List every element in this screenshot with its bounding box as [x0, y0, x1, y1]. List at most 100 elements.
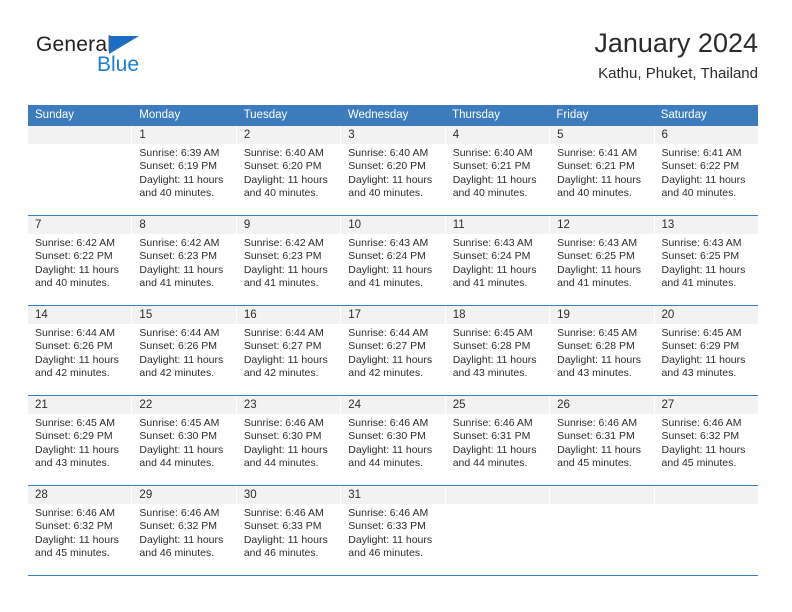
- day-cell[interactable]: Sunrise: 6:41 AM Sunset: 6:22 PM Dayligh…: [655, 144, 758, 215]
- day-cell[interactable]: Sunrise: 6:45 AM Sunset: 6:28 PM Dayligh…: [446, 324, 551, 395]
- day-number[interactable]: 24: [341, 396, 446, 414]
- day-number[interactable]: 6: [655, 126, 758, 144]
- day-cell[interactable]: Sunrise: 6:42 AM Sunset: 6:23 PM Dayligh…: [132, 234, 237, 305]
- day-number[interactable]: 4: [446, 126, 551, 144]
- sunrise-text: Sunrise: 6:43 AM: [452, 237, 533, 249]
- sunrise-text: Sunrise: 6:46 AM: [452, 417, 533, 429]
- day-cell[interactable]: [655, 504, 758, 575]
- sunrise-text: Sunrise: 6:46 AM: [243, 417, 324, 429]
- day-cell[interactable]: Sunrise: 6:42 AM Sunset: 6:23 PM Dayligh…: [237, 234, 342, 305]
- day-number[interactable]: [550, 486, 655, 504]
- sunrise-text: Sunrise: 6:44 AM: [348, 327, 429, 339]
- sunset-text: Sunset: 6:28 PM: [452, 340, 531, 353]
- day-cell[interactable]: Sunrise: 6:41 AM Sunset: 6:21 PM Dayligh…: [550, 144, 655, 215]
- day-number[interactable]: 31: [341, 486, 446, 504]
- day-number[interactable]: 5: [550, 126, 655, 144]
- day-number[interactable]: 15: [132, 306, 237, 324]
- day-number[interactable]: 29: [132, 486, 237, 504]
- sunset-text: Sunset: 6:25 PM: [557, 250, 635, 263]
- day-number[interactable]: 1: [132, 126, 237, 144]
- day-cell[interactable]: Sunrise: 6:44 AM Sunset: 6:27 PM Dayligh…: [237, 324, 342, 395]
- day-cell[interactable]: [28, 144, 133, 215]
- day-cell[interactable]: Sunrise: 6:46 AM Sunset: 6:32 PM Dayligh…: [655, 414, 758, 485]
- day-cell[interactable]: Sunrise: 6:43 AM Sunset: 6:24 PM Dayligh…: [341, 234, 446, 305]
- day-cell[interactable]: Sunrise: 6:43 AM Sunset: 6:25 PM Dayligh…: [655, 234, 758, 305]
- daylight-text-line2: and 41 minutes.: [452, 277, 528, 290]
- day-cell[interactable]: Sunrise: 6:40 AM Sunset: 6:20 PM Dayligh…: [341, 144, 446, 215]
- day-number[interactable]: 18: [446, 306, 551, 324]
- day-number[interactable]: 17: [341, 306, 446, 324]
- sunset-text: Sunset: 6:19 PM: [139, 160, 218, 173]
- day-number[interactable]: 20: [655, 306, 758, 324]
- daylight-text-line2: and 44 minutes.: [139, 457, 215, 470]
- day-number[interactable]: 12: [550, 216, 655, 234]
- day-number[interactable]: 8: [132, 216, 237, 234]
- day-cell[interactable]: [550, 504, 655, 575]
- day-cell[interactable]: Sunrise: 6:44 AM Sunset: 6:26 PM Dayligh…: [132, 324, 237, 395]
- day-number[interactable]: 7: [28, 216, 133, 234]
- day-number[interactable]: 26: [550, 396, 655, 414]
- day-cell[interactable]: Sunrise: 6:46 AM Sunset: 6:33 PM Dayligh…: [341, 504, 446, 575]
- sunrise-text: Sunrise: 6:45 AM: [661, 327, 742, 339]
- day-number[interactable]: 23: [237, 396, 342, 414]
- day-number[interactable]: 10: [341, 216, 446, 234]
- daylight-text-line2: and 40 minutes.: [452, 187, 528, 200]
- sunrise-text: Sunrise: 6:46 AM: [243, 507, 324, 519]
- daylight-text-line1: Daylight: 11 hours: [243, 173, 328, 186]
- daylight-text-line2: and 45 minutes.: [557, 457, 632, 470]
- daylight-text-line2: and 40 minutes.: [243, 187, 319, 200]
- day-number[interactable]: 11: [446, 216, 551, 234]
- day-cell[interactable]: Sunrise: 6:40 AM Sunset: 6:20 PM Dayligh…: [237, 144, 342, 215]
- day-cell[interactable]: Sunrise: 6:44 AM Sunset: 6:27 PM Dayligh…: [341, 324, 446, 395]
- day-cell[interactable]: Sunrise: 6:40 AM Sunset: 6:21 PM Dayligh…: [446, 144, 551, 215]
- day-number[interactable]: 13: [655, 216, 758, 234]
- day-number[interactable]: 27: [655, 396, 758, 414]
- sunset-text: Sunset: 6:23 PM: [139, 250, 218, 263]
- day-number[interactable]: 28: [28, 486, 133, 504]
- day-cell[interactable]: Sunrise: 6:45 AM Sunset: 6:29 PM Dayligh…: [28, 414, 133, 485]
- sunrise-text: Sunrise: 6:45 AM: [452, 327, 533, 339]
- daylight-text-line2: and 46 minutes.: [348, 547, 423, 560]
- day-cell[interactable]: Sunrise: 6:46 AM Sunset: 6:32 PM Dayligh…: [132, 504, 237, 575]
- daylight-text-line1: Daylight: 11 hours: [557, 173, 641, 186]
- day-number[interactable]: 3: [341, 126, 446, 144]
- day-cell[interactable]: Sunrise: 6:45 AM Sunset: 6:28 PM Dayligh…: [550, 324, 655, 395]
- day-cell[interactable]: Sunrise: 6:39 AM Sunset: 6:19 PM Dayligh…: [132, 144, 237, 215]
- sunrise-text: Sunrise: 6:42 AM: [139, 237, 220, 249]
- sunrise-text: Sunrise: 6:45 AM: [35, 417, 115, 429]
- daylight-text-line1: Daylight: 11 hours: [557, 263, 641, 276]
- day-number[interactable]: 25: [446, 396, 551, 414]
- day-cell[interactable]: Sunrise: 6:46 AM Sunset: 6:33 PM Dayligh…: [237, 504, 342, 575]
- daylight-text-line2: and 44 minutes.: [348, 457, 423, 470]
- sunset-text: Sunset: 6:25 PM: [661, 250, 740, 263]
- day-number[interactable]: [28, 126, 133, 144]
- sunset-text: Sunset: 6:27 PM: [348, 340, 426, 353]
- week-content-row: Sunrise: 6:42 AM Sunset: 6:22 PM Dayligh…: [28, 234, 758, 305]
- day-number[interactable]: 14: [28, 306, 133, 324]
- day-number[interactable]: 16: [237, 306, 342, 324]
- day-cell[interactable]: Sunrise: 6:46 AM Sunset: 6:30 PM Dayligh…: [341, 414, 446, 485]
- day-number[interactable]: 9: [237, 216, 342, 234]
- sunrise-text: Sunrise: 6:46 AM: [661, 417, 742, 429]
- day-number[interactable]: 30: [237, 486, 342, 504]
- day-number[interactable]: 19: [550, 306, 655, 324]
- day-number[interactable]: [446, 486, 551, 504]
- general-blue-logo[interactable]: General Blue: [36, 34, 166, 86]
- day-number[interactable]: [655, 486, 758, 504]
- day-cell[interactable]: Sunrise: 6:43 AM Sunset: 6:24 PM Dayligh…: [446, 234, 551, 305]
- day-number[interactable]: 22: [132, 396, 237, 414]
- day-cell[interactable]: Sunrise: 6:46 AM Sunset: 6:32 PM Dayligh…: [28, 504, 133, 575]
- day-cell[interactable]: [446, 504, 551, 575]
- day-cell[interactable]: Sunrise: 6:43 AM Sunset: 6:25 PM Dayligh…: [550, 234, 655, 305]
- day-cell[interactable]: Sunrise: 6:46 AM Sunset: 6:30 PM Dayligh…: [237, 414, 342, 485]
- day-number[interactable]: 21: [28, 396, 133, 414]
- day-cell[interactable]: Sunrise: 6:46 AM Sunset: 6:31 PM Dayligh…: [550, 414, 655, 485]
- logo-text-general: General: [36, 33, 113, 56]
- day-cell[interactable]: Sunrise: 6:46 AM Sunset: 6:31 PM Dayligh…: [446, 414, 551, 485]
- day-cell[interactable]: Sunrise: 6:44 AM Sunset: 6:26 PM Dayligh…: [28, 324, 133, 395]
- day-cell[interactable]: Sunrise: 6:45 AM Sunset: 6:29 PM Dayligh…: [655, 324, 758, 395]
- day-number[interactable]: 2: [237, 126, 342, 144]
- day-cell[interactable]: Sunrise: 6:45 AM Sunset: 6:30 PM Dayligh…: [132, 414, 237, 485]
- day-cell[interactable]: Sunrise: 6:42 AM Sunset: 6:22 PM Dayligh…: [28, 234, 133, 305]
- week-row: 7 8 9 10 11 12 13 Sunrise: 6:42 AM Sunse…: [28, 216, 758, 306]
